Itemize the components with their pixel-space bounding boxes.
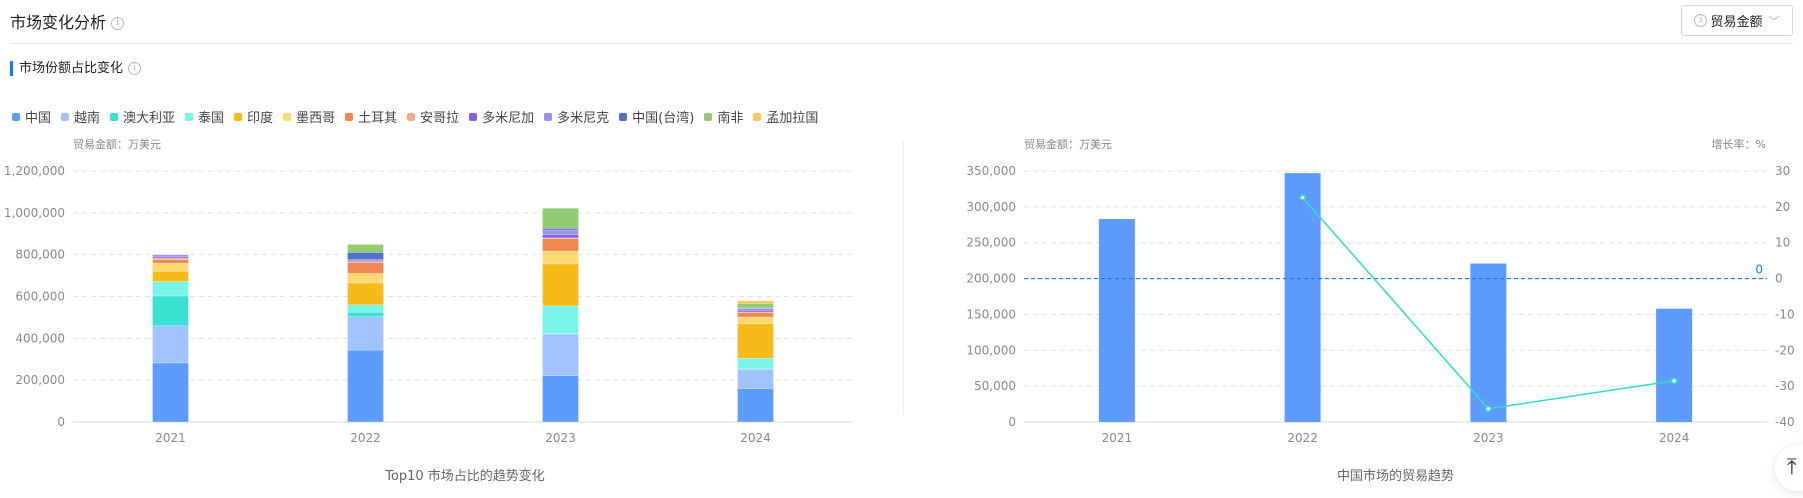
y-tick-label: 600,000 [15,290,65,304]
stacked-bar-segment [542,238,579,252]
x-tick-label: 2022 [1287,431,1318,445]
stacked-bar-segment [347,273,384,284]
trade-bar [1470,263,1507,422]
stacked-bar-segment [737,300,774,304]
stacked-chart-caption: Top10 市场占比的趋势变化 [385,469,545,484]
stacked-bar-segment [542,333,579,377]
stacked-bar-segment [737,388,774,423]
y2-tick-label: 0 [1775,272,1783,286]
y-tick-label: 150,000 [966,307,1016,321]
stacked-bar-segment [737,303,774,309]
y-tick-label: 1,200,000 [4,164,65,178]
stacked-bar-segment [347,252,384,260]
x-tick-label: 2024 [1659,431,1690,445]
stacked-bar-segment [152,259,189,264]
y-tick-label: 400,000 [15,331,65,345]
y-tick-label: 250,000 [966,236,1016,250]
stacked-bar-segment [542,234,579,239]
stacked-bar-segment [152,325,189,364]
stacked-bar-segment [347,244,384,253]
stacked-bar-segment [542,263,579,307]
trade-bar [1656,308,1693,422]
y2-tick-label: -40 [1775,415,1795,429]
stacked-bar-segment [542,207,579,229]
y2-tick-label: -20 [1775,343,1795,357]
stacked-bar-segment [152,271,189,282]
stacked-bar-segment [542,229,579,235]
x-tick-label: 2021 [155,431,186,445]
y-tick-label: 350,000 [966,164,1016,178]
x-tick-label: 2023 [545,431,576,445]
stacked-bar-segment [152,262,189,272]
stacked-bar-segment [347,262,384,274]
y-tick-label: 300,000 [966,200,1016,214]
trade-bar [1284,173,1321,422]
y-tick-label: 0 [57,415,65,429]
y-tick-label: 800,000 [15,248,65,262]
y-tick-label: 200,000 [15,373,65,387]
stacked-bar-segment [347,316,384,351]
growth-rate-point [1670,377,1678,385]
stacked-bar-segment [542,305,579,334]
growth-rate-point [1485,405,1492,412]
stacked-bar-segment [152,257,189,261]
trend-chart-caption: 中国市场的贸易趋势 [1336,469,1454,484]
stacked-bar-segment [737,308,774,311]
y2-tick-label: 30 [1775,164,1790,178]
stacked-bar-segment [347,282,384,306]
stacked-bar-segment [542,250,579,265]
stacked-bar-segment [737,357,774,370]
stacked-bar-segment [737,310,774,313]
y2-tick-label: -10 [1775,307,1795,321]
stacked-bar-segment [347,349,384,423]
stacked-bar-segment [737,369,774,389]
growth-rate-point [1299,194,1306,201]
y2-tick-label: 10 [1775,236,1790,250]
stacked-bar-segment [737,323,774,359]
stacked-bar-segment [347,311,384,318]
stacked-bar-segment [152,295,189,327]
charts-canvas: 0 200,000 400,000 600,000 800,000 1,000,000 1,… [4,164,1795,445]
stacked-bar-segment [542,375,579,423]
x-tick-label: 2023 [1473,431,1504,445]
stacked-bar-segment [152,362,189,423]
stacked-bar-segment [152,281,189,297]
y2-tick-label: -30 [1775,379,1795,393]
x-tick-label: 2021 [1102,431,1133,445]
stacked-bar-segment [737,312,774,318]
mark-line-label: 0 [1755,263,1763,277]
stacked-bar-segment [737,316,774,324]
y2-tick-label: 20 [1775,200,1790,214]
y-tick-label: 200,000 [966,272,1016,286]
y-tick-label: 100,000 [966,343,1016,357]
trade-bar [1098,219,1135,422]
stacked-bar-segment [542,228,579,231]
y-tick-label: 50,000 [974,379,1016,393]
x-tick-label: 2022 [350,431,381,445]
y-tick-label: 0 [1008,415,1016,429]
x-tick-label: 2024 [740,431,771,445]
stacked-bar-segment [152,254,189,257]
y-tick-label: 1,000,000 [4,206,65,220]
stacked-bar-segment [347,304,384,313]
